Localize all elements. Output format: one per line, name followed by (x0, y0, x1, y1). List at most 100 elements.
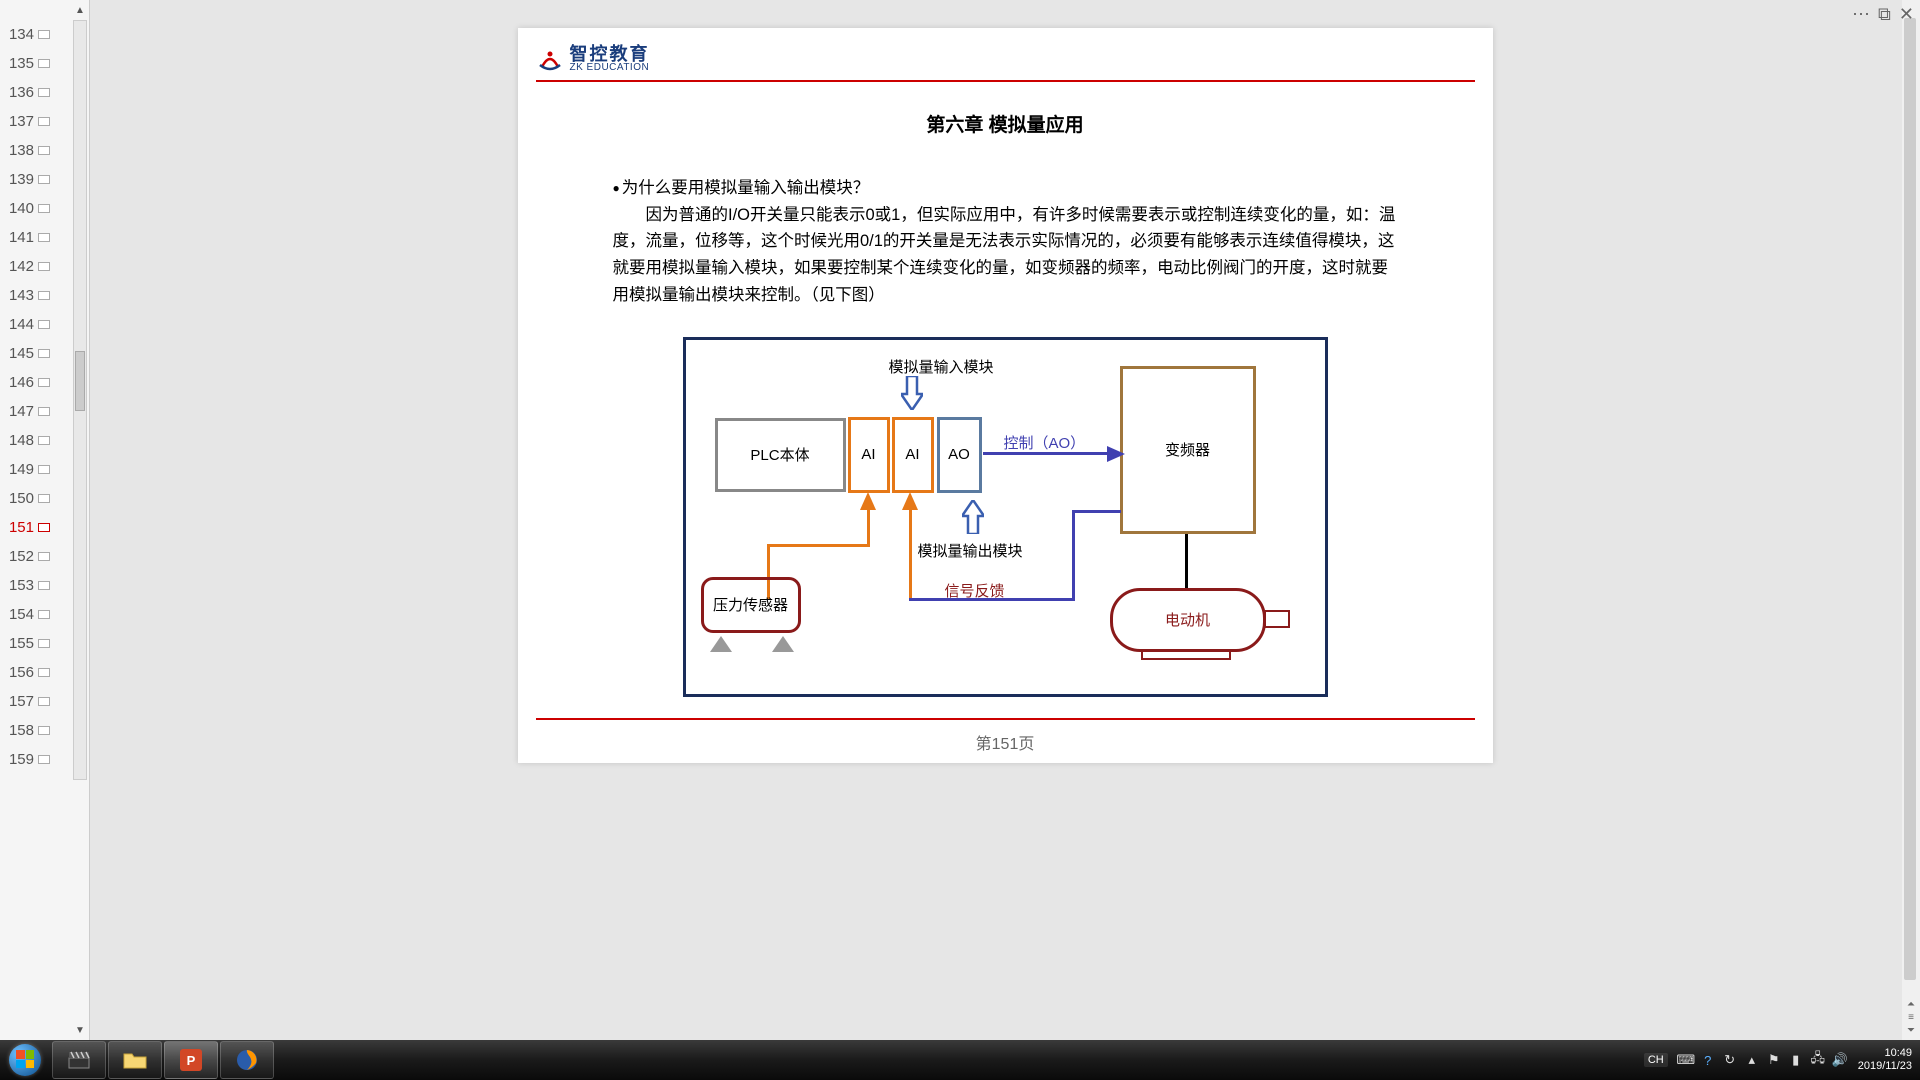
powerpoint-icon: P (180, 1049, 202, 1071)
thumbnail-preview (38, 262, 50, 271)
arrow-up-icon-1 (860, 492, 876, 510)
ao-box: AO (937, 417, 982, 493)
feedback-line-1v (867, 506, 870, 546)
thumbnail-number: 155 (4, 635, 34, 652)
date-text: 2019/11/23 (1858, 1060, 1912, 1073)
logo-icon (536, 45, 564, 73)
thumbnail-preview (38, 610, 50, 619)
thumbnail-preview (38, 88, 50, 97)
thumbnail-number: 135 (4, 55, 34, 72)
scroll-nav-buttons: ⏶ ≡ ⏷ (1902, 999, 1920, 1036)
thumbnail-number: 157 (4, 693, 34, 710)
sensor-box: 压力传感器 (701, 577, 801, 633)
sync-icon[interactable]: ↻ (1722, 1052, 1738, 1068)
logo-cn: 智控教育 (570, 45, 650, 63)
svg-text:P: P (187, 1053, 196, 1068)
thumbnail-preview (38, 320, 50, 329)
network-icon[interactable]: 🖧 (1810, 1052, 1826, 1068)
slide-nav-icon[interactable]: ≡ (1908, 1012, 1914, 1023)
triangle-icon (710, 636, 732, 652)
battery-icon[interactable]: ▮ (1788, 1052, 1804, 1068)
thumbnail-number: 141 (4, 229, 34, 246)
control-label: 控制（AO） (1004, 432, 1086, 453)
folder-icon (122, 1050, 148, 1070)
scroll-down-icon[interactable]: ▼ (73, 1022, 87, 1038)
thumbnail-preview (38, 291, 50, 300)
thumbnail-number: 144 (4, 316, 34, 333)
thumbnail-preview (38, 668, 50, 677)
more-icon[interactable]: ⋯ (1852, 4, 1870, 25)
thumbnail-number: 139 (4, 171, 34, 188)
question-text: 为什么要用模拟量输入输出模块？ (622, 175, 870, 202)
feedback-line-1h (767, 544, 870, 547)
plc-box: PLC本体 (715, 418, 846, 492)
thumbnail-number: 147 (4, 403, 34, 420)
keyboard-icon[interactable]: ⌨ (1678, 1052, 1694, 1068)
thumbnail-number: 156 (4, 664, 34, 681)
prev-slide-icon[interactable]: ⏶ (1907, 999, 1915, 1010)
thumbnail-number: 143 (4, 287, 34, 304)
taskbar-app-powerpoint[interactable]: P (164, 1041, 218, 1079)
triangle-icon (772, 636, 794, 652)
thumbnail-number: 158 (4, 722, 34, 739)
firefox-icon (236, 1049, 258, 1071)
scrollbar-thumb[interactable] (1904, 18, 1916, 980)
thumbnail-preview (38, 30, 50, 39)
thumbnail-number: 137 (4, 113, 34, 130)
next-slide-icon[interactable]: ⏷ (1907, 1025, 1915, 1036)
slide-header: 智控教育 ZK EDUCATION (536, 28, 1475, 82)
thumbnail-preview (38, 175, 50, 184)
thumbnail-preview (38, 146, 50, 155)
body-text: 因为普通的I/O开关量只能表示0或1，但实际应用中，有许多时候需要表示或控制连续… (613, 202, 1398, 309)
thumbnail-number: 152 (4, 548, 34, 565)
thumbnail-preview (38, 755, 50, 764)
thumbnail-scrollbar[interactable] (73, 20, 87, 780)
question-line: ● 为什么要用模拟量输入输出模块？ (613, 175, 1398, 202)
thumbnail-number: 142 (4, 258, 34, 275)
thumbnail-preview (38, 552, 50, 561)
thumbnail-preview (38, 523, 50, 532)
thumbnail-preview (38, 697, 50, 706)
chevron-up-icon[interactable]: ▴ (1744, 1052, 1760, 1068)
arrow-right-icon (1107, 446, 1125, 462)
maximize-icon[interactable]: ⧉ (1878, 4, 1891, 25)
clapperboard-icon (67, 1050, 91, 1070)
arrow-up-icon-3 (962, 500, 984, 534)
time-text: 10:49 (1884, 1047, 1912, 1060)
feedback-label: 信号反馈 (945, 580, 1005, 601)
taskbar: P CH ⌨ ? ↻ ▴ ⚑ ▮ 🖧 🔊 10:49 2019/11/23 (0, 1040, 1920, 1080)
ao-output-label: 模拟量输出模块 (918, 540, 1023, 561)
diagram: 模拟量输入模块 PLC本体 AI AI AO 变频器 控制（AO） (683, 337, 1328, 697)
flag-icon[interactable]: ⚑ (1766, 1052, 1782, 1068)
slide-footer: 第151页 (536, 718, 1475, 763)
thumbnail-preview (38, 233, 50, 242)
motor-base (1141, 650, 1231, 660)
scrollbar-thumb[interactable] (75, 351, 85, 411)
thumbnail-number: 146 (4, 374, 34, 391)
volume-icon[interactable]: 🔊 (1832, 1052, 1848, 1068)
taskbar-app-firefox[interactable] (220, 1041, 274, 1079)
taskbar-app-media[interactable] (52, 1041, 106, 1079)
close-icon[interactable]: ✕ (1899, 4, 1914, 25)
help-icon[interactable]: ? (1700, 1052, 1716, 1068)
start-button[interactable] (0, 1040, 50, 1080)
ai-box-1: AI (848, 417, 890, 493)
thumbnail-preview (38, 117, 50, 126)
page-number: 第151页 (976, 730, 1035, 754)
taskbar-app-explorer[interactable] (108, 1041, 162, 1079)
thumbnail-number: 138 (4, 142, 34, 159)
clock[interactable]: 10:49 2019/11/23 (1858, 1047, 1912, 1073)
feedback-line-2v (909, 506, 912, 600)
thumbnail-preview (38, 436, 50, 445)
thumbnail-number: 159 (4, 751, 34, 768)
feedback-v (1072, 510, 1075, 601)
slide-canvas: 智控教育 ZK EDUCATION 第六章 模拟量应用 ● 为什么要用模拟量输入… (90, 0, 1920, 1040)
thumbnail-preview (38, 407, 50, 416)
windows-icon (9, 1044, 41, 1076)
thumbnail-preview (38, 465, 50, 474)
canvas-scrollbar[interactable]: ⏶ ≡ ⏷ (1902, 0, 1920, 1040)
logo-en: ZK EDUCATION (570, 63, 650, 73)
thumbnail-preview (38, 378, 50, 387)
bullet-icon: ● (613, 179, 620, 198)
language-indicator[interactable]: CH (1644, 1053, 1668, 1067)
